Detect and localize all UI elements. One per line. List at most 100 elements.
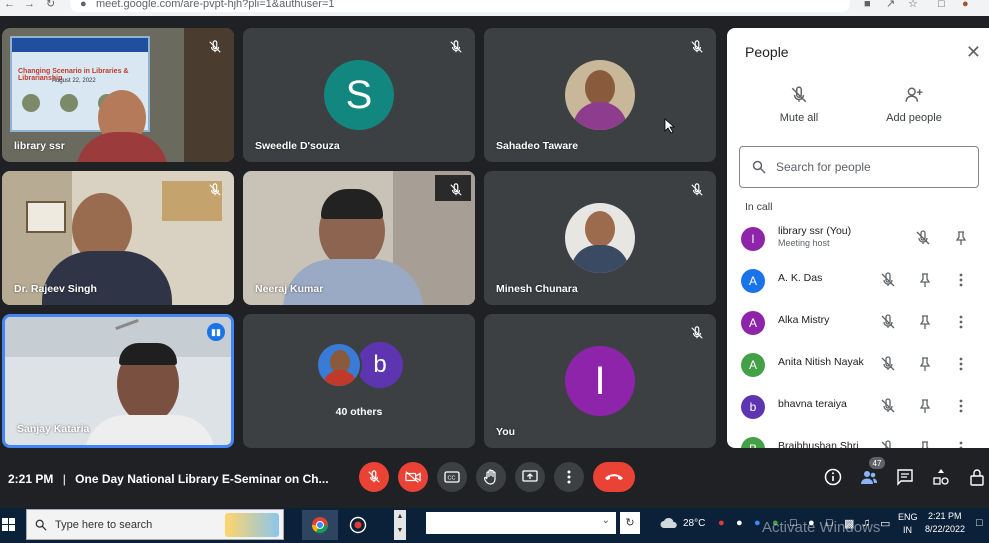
tile-others[interactable]: b 40 others — [243, 314, 475, 448]
captions-button[interactable]: CC — [437, 462, 467, 492]
reload-icon[interactable]: ↻ — [46, 0, 55, 10]
notifications-icon[interactable]: □ — [976, 517, 983, 529]
scroll-arrows[interactable]: ▲ ▼ — [394, 510, 406, 540]
participant-name: Sweedle D'souza — [255, 140, 340, 152]
back-icon[interactable]: ← — [4, 0, 15, 10]
camera-indicator-icon[interactable]: ■ — [864, 0, 871, 10]
pin-icon[interactable] — [917, 272, 933, 288]
captions-icon: CC — [444, 471, 460, 483]
extensions-icon[interactable]: □ — [938, 0, 945, 10]
mic-off-icon[interactable] — [880, 272, 896, 288]
person-avatar: A — [741, 311, 765, 335]
more-options-icon[interactable] — [953, 272, 969, 288]
search-people-field[interactable]: Search for people — [739, 146, 979, 188]
person-row[interactable]: l library ssr (You) Meeting host — [727, 218, 989, 260]
more-options-icon[interactable] — [953, 314, 969, 330]
meeting-details-icon[interactable] — [824, 468, 842, 486]
person-row[interactable]: A Alka Mistry — [727, 302, 989, 344]
person-row[interactable]: A A. K. Das — [727, 260, 989, 302]
people-panel: People ✕ Mute all Add people Search for … — [727, 28, 989, 448]
present-now-button[interactable] — [515, 462, 545, 492]
mic-off-icon[interactable] — [880, 314, 896, 330]
people-icon[interactable] — [860, 468, 878, 486]
toggle-camera-button[interactable] — [398, 462, 428, 492]
mic-off-icon[interactable] — [880, 398, 896, 414]
mute-all-button[interactable]: Mute all — [749, 86, 849, 124]
person-row[interactable]: B Brajbhushan Shri — [727, 428, 989, 448]
pin-icon[interactable] — [917, 440, 933, 448]
toggle-mic-button[interactable] — [359, 462, 389, 492]
tray-app-icon[interactable]: ● — [736, 517, 743, 529]
person-name: Anita Nitish Nayak — [778, 356, 864, 368]
close-icon[interactable]: ✕ — [966, 42, 981, 63]
pin-icon[interactable] — [917, 356, 933, 372]
mic-off-icon — [791, 86, 807, 103]
participant-name: Minesh Chunara — [496, 283, 578, 295]
windows-start-icon[interactable] — [2, 518, 16, 532]
forward-icon[interactable]: → — [24, 0, 35, 10]
more-options-button[interactable] — [554, 462, 584, 492]
add-people-button[interactable]: Add people — [864, 86, 964, 124]
mic-off-icon[interactable] — [915, 230, 931, 246]
recorder-taskbar-button[interactable] — [340, 510, 376, 540]
mic-off-icon — [450, 40, 462, 53]
avatar: I — [565, 346, 635, 416]
weather-cloud-icon[interactable] — [660, 516, 678, 530]
leave-call-button[interactable] — [593, 462, 635, 492]
tray-app-icon[interactable]: ● — [754, 517, 761, 529]
clock-time[interactable]: 2:21 PM — [928, 511, 962, 521]
pin-icon[interactable] — [917, 398, 933, 414]
mic-off-icon[interactable] — [880, 440, 896, 448]
person-name: library ssr (You) — [778, 225, 852, 237]
activities-icon[interactable] — [932, 468, 950, 486]
tile-sweedle-dsouza[interactable]: S Sweedle D'souza — [243, 28, 475, 162]
participant-name: You — [496, 426, 516, 438]
tile-neeraj-kumar[interactable]: Neeraj Kumar — [243, 171, 475, 305]
person-name: A. K. Das — [778, 272, 823, 284]
chrome-icon — [311, 517, 329, 534]
battery-icon[interactable]: ▭ — [880, 517, 890, 530]
person-row[interactable]: b bhavna teraiya — [727, 386, 989, 428]
tile-you[interactable]: I You — [484, 314, 716, 448]
tile-library-ssr[interactable]: Changing Scenario in Libraries & Librari… — [2, 28, 234, 162]
present-screen-icon — [522, 470, 538, 482]
host-controls-icon[interactable] — [968, 468, 986, 486]
tray-app-icon[interactable]: ● — [718, 517, 725, 529]
chat-icon[interactable] — [896, 468, 914, 486]
tile-dr-rajeev-singh[interactable]: Dr. Rajeev Singh — [2, 171, 234, 305]
more-options-icon — [567, 470, 571, 484]
taskbar-search-box[interactable]: Type here to search — [26, 509, 284, 540]
more-options-icon[interactable] — [953, 440, 969, 448]
weather-temp: 28°C — [683, 518, 706, 529]
video-grid: Changing Scenario in Libraries & Librari… — [0, 16, 725, 448]
profile-avatar[interactable]: ● — [962, 0, 969, 10]
tile-sanjay-kataria[interactable]: ▮▮ Sanjay Kataria — [2, 314, 234, 448]
chrome-taskbar-button[interactable] — [302, 510, 338, 540]
pin-icon[interactable] — [917, 314, 933, 330]
raise-hand-button[interactable] — [476, 462, 506, 492]
hang-up-icon — [605, 474, 623, 480]
clock-date[interactable]: 8/22/2022 — [925, 524, 965, 534]
tile-sahadeo-taware[interactable]: Sahadeo Taware — [484, 28, 716, 162]
refresh-icon[interactable]: ↻ — [620, 512, 640, 534]
address-bar[interactable]: ● meet.google.com/are-pvpt-hjh?pli=1&aut… — [70, 0, 850, 12]
language-indicator[interactable]: ENG — [898, 512, 918, 522]
meeting-controls-bar: 2:21 PM | One Day National Library E-Sem… — [0, 448, 989, 508]
more-options-icon[interactable] — [953, 398, 969, 414]
mic-off-icon[interactable] — [880, 356, 896, 372]
person-name: Alka Mistry — [778, 314, 830, 326]
pin-icon[interactable] — [953, 230, 969, 246]
search-highlight-image — [225, 513, 279, 537]
person-row[interactable]: A Anita Nitish Nayak — [727, 344, 989, 386]
participant-name: library ssr — [14, 140, 65, 152]
bookmark-star-icon[interactable]: ☆ — [908, 0, 918, 10]
meeting-time: 2:21 PM — [8, 472, 54, 486]
address-toolbar-input[interactable]: ⌄ — [426, 512, 616, 534]
share-icon[interactable]: ↗ — [886, 0, 895, 10]
search-icon — [752, 160, 766, 174]
svg-text:CC: CC — [448, 476, 456, 482]
more-options-icon[interactable] — [953, 356, 969, 372]
tile-minesh-chunara[interactable]: Minesh Chunara — [484, 171, 716, 305]
chevron-down-icon: ⌄ — [601, 515, 610, 526]
mouse-cursor-icon — [664, 118, 676, 134]
